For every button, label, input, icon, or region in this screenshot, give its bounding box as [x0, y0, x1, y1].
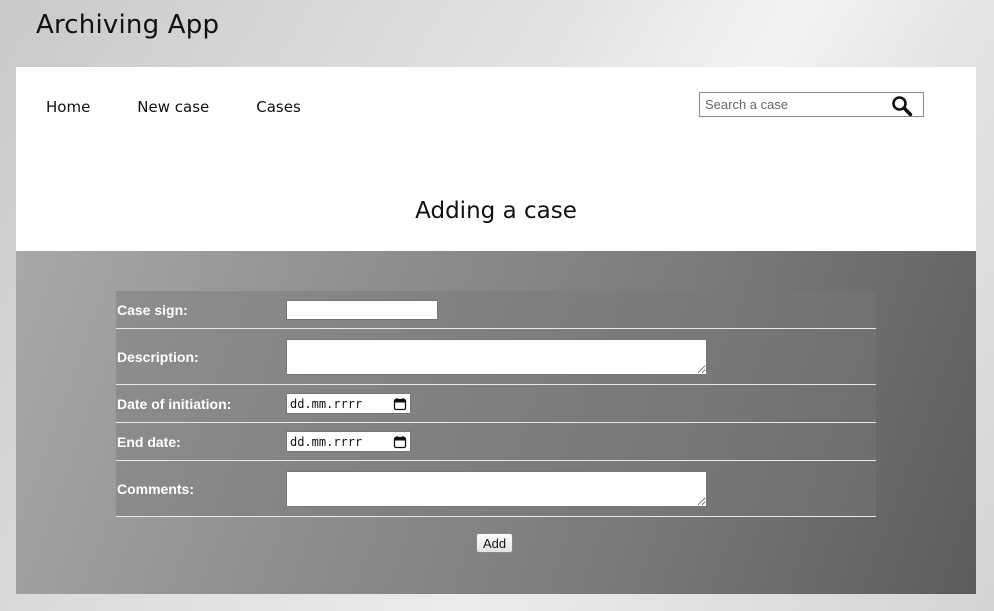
form-row-case-sign: Case sign:: [116, 291, 876, 329]
nav-item-cases[interactable]: Cases: [256, 98, 301, 116]
header-panel: Home New case Cases Adding a case: [16, 67, 976, 251]
nav-item-new-case[interactable]: New case: [137, 98, 209, 116]
form-row-description: Description:: [116, 329, 876, 385]
main-nav: Home New case Cases: [46, 98, 348, 116]
comments-textarea[interactable]: [286, 470, 707, 507]
search-button[interactable]: [891, 95, 913, 117]
form-row-comments: Comments:: [116, 461, 876, 517]
form-row-date-of-initiation: Date of initiation: dd.mm.rrrr: [116, 385, 876, 423]
date-of-initiation-input[interactable]: dd.mm.rrrr: [286, 393, 411, 414]
app-title: Archiving App: [36, 10, 220, 40]
description-label: Description:: [117, 348, 199, 365]
date-placeholder: dd.mm.rrrr: [290, 396, 363, 411]
magnifier-icon: [892, 96, 913, 117]
end-date-input[interactable]: dd.mm.rrrr: [286, 431, 411, 452]
end-date-label: End date:: [117, 433, 181, 450]
case-sign-input[interactable]: [286, 299, 438, 320]
add-case-form: Case sign: Description: Date of initiati…: [16, 251, 976, 594]
description-textarea[interactable]: [286, 338, 707, 375]
date-placeholder: dd.mm.rrrr: [290, 434, 363, 449]
page-title: Adding a case: [415, 198, 577, 224]
form-row-end-date: End date: dd.mm.rrrr: [116, 423, 876, 461]
calendar-icon[interactable]: [393, 397, 407, 411]
add-button[interactable]: Add: [476, 533, 514, 553]
form-table: Case sign: Description: Date of initiati…: [116, 291, 876, 517]
date-of-initiation-label: Date of initiation:: [117, 395, 232, 412]
case-sign-label: Case sign:: [117, 301, 188, 318]
search-input[interactable]: [700, 93, 885, 116]
search-box: [699, 92, 924, 117]
nav-item-home[interactable]: Home: [46, 98, 90, 116]
calendar-icon[interactable]: [393, 435, 407, 449]
comments-label: Comments:: [117, 480, 195, 497]
